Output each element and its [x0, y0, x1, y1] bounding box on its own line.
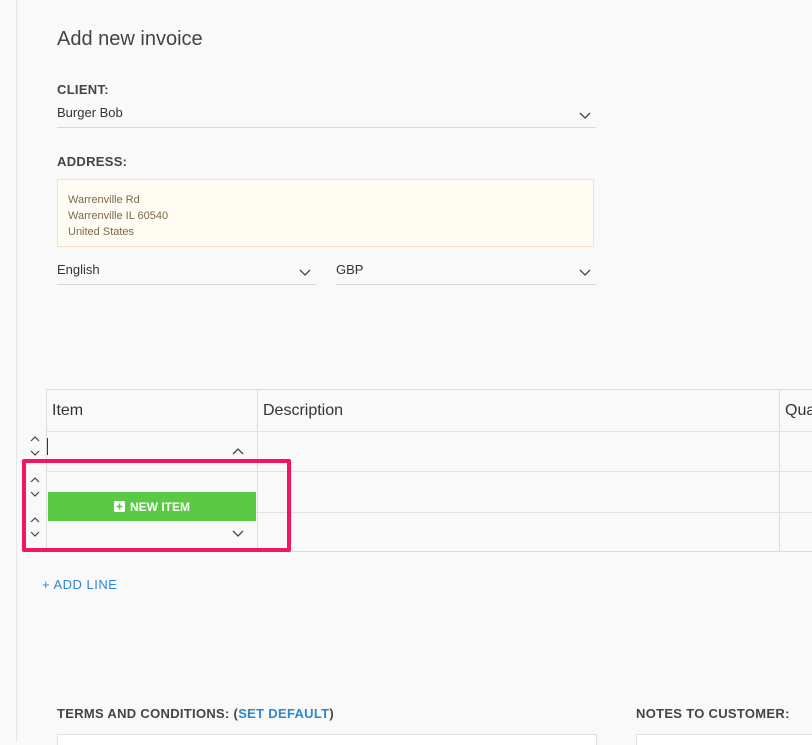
currency-value: GBP	[336, 262, 364, 277]
address-line-3: United States	[68, 226, 135, 238]
chevron-down-icon	[299, 269, 311, 276]
left-border	[16, 0, 17, 742]
chevron-up-icon	[30, 436, 40, 442]
address-textarea[interactable]: Warrenville Rd Warrenville IL 60540 Unit…	[57, 179, 594, 247]
client-value: Burger Bob	[57, 105, 123, 120]
column-header-quantity: Qua	[785, 402, 812, 419]
address-line-1: Warrenville Rd	[68, 194, 140, 206]
chevron-down-icon	[579, 269, 591, 276]
language-value: English	[57, 262, 100, 277]
column-header-item: Item	[52, 402, 84, 419]
column-header-description: Description	[263, 402, 344, 419]
terms-label-text: TERMS AND CONDITIONS: (	[57, 706, 239, 721]
chevron-up-icon[interactable]	[231, 446, 245, 456]
page-title: Add new invoice	[57, 28, 203, 50]
set-default-link[interactable]: SET DEFAULT	[238, 706, 329, 721]
address-line-2: Warrenville IL 60540	[68, 210, 169, 222]
currency-select[interactable]: GBP	[336, 262, 596, 285]
chevron-down-icon	[30, 450, 40, 456]
terms-label-close: )	[329, 706, 334, 721]
client-label: CLIENT:	[57, 82, 109, 97]
text-caret	[47, 438, 48, 455]
row-reorder-stepper[interactable]	[28, 433, 42, 461]
address-label: ADDRESS:	[57, 154, 128, 169]
highlight-box	[22, 459, 291, 552]
terms-textarea[interactable]	[57, 734, 597, 745]
language-select[interactable]: English	[57, 262, 316, 285]
client-select[interactable]: Burger Bob	[57, 105, 596, 128]
notes-label: NOTES TO CUSTOMER:	[636, 706, 790, 721]
row-divider	[47, 431, 812, 432]
terms-label: TERMS AND CONDITIONS: (SET DEFAULT)	[57, 706, 334, 721]
chevron-down-icon	[579, 112, 591, 119]
notes-textarea[interactable]	[636, 734, 812, 745]
add-line-link[interactable]: + ADD LINE	[42, 577, 117, 592]
